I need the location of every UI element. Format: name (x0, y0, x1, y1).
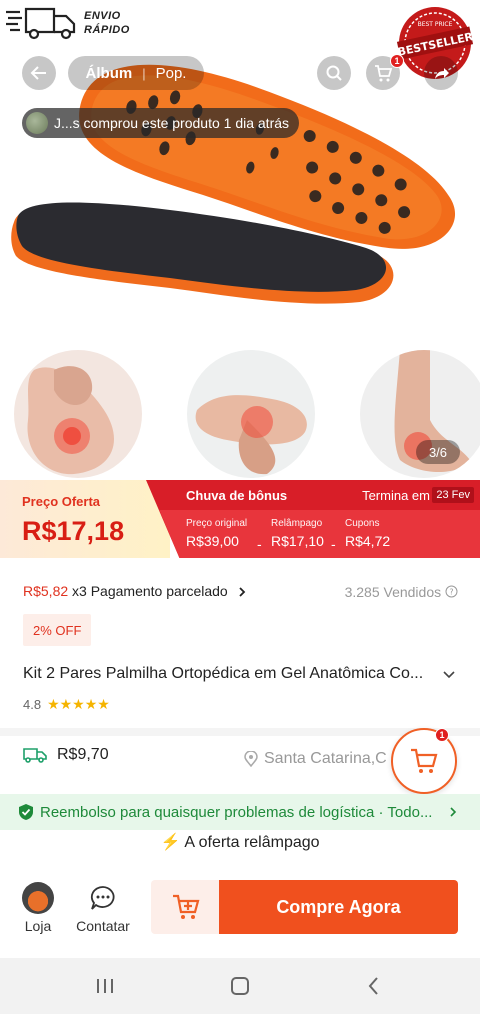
image-thumbnails (0, 348, 480, 480)
shipping-price: R$9,70 (57, 746, 109, 763)
recent-purchase-toast: J...s comprou este produto 1 dia atrás (22, 108, 300, 138)
bonus-title: Chuva de bônus (186, 488, 288, 503)
flash-offer-note: ⚡ A oferta relâmpago (0, 832, 480, 852)
share-button[interactable] (424, 56, 458, 90)
coupons-col: Cupons R$4,72 (345, 518, 390, 549)
svg-text:?: ? (449, 588, 453, 597)
top-navigation-bar: Álbum | Pop. 1 (0, 54, 480, 90)
flash-price-key: Relâmpago (271, 518, 323, 529)
store-avatar (22, 882, 54, 914)
shipping-row[interactable]: R$9,70 (23, 746, 109, 764)
home-icon (231, 977, 249, 995)
cart-icon (411, 748, 438, 773)
delivery-location[interactable]: Santa Catarina,C (244, 750, 394, 768)
chat-bubble-icon (90, 886, 115, 910)
search-icon (326, 65, 342, 81)
coupons-key: Cupons (345, 518, 380, 529)
original-price-value: R$39,00 (186, 533, 239, 549)
refund-text: Reembolso para quaisquer problemas de lo… (40, 803, 433, 821)
buy-now-button[interactable]: Compre Agora (219, 880, 458, 934)
floating-cart-button[interactable]: 1 (391, 728, 457, 794)
product-page: ENVIO RÁPIDO BESTSELLER BEST PRICE Álbum… (0, 0, 480, 1014)
search-button[interactable] (317, 56, 351, 90)
arrow-left-icon (30, 66, 46, 80)
fast-shipping-logo: ENVIO RÁPIDO (6, 4, 136, 40)
coupons-value: R$4,72 (345, 533, 391, 549)
shipping-label-line1: ENVIO (84, 10, 121, 22)
location-text: Santa Catarina,C (264, 750, 387, 767)
recent-purchase-text: J...s comprou este produto 1 dia atrás (54, 115, 290, 131)
original-price-col: Preço original R$39,00 (186, 518, 247, 549)
installments-link[interactable]: R$5,82 x3 Pagamento parcelado (23, 583, 248, 599)
thumbnail-foot-pain-2[interactable] (187, 350, 315, 478)
chevron-right-icon (450, 807, 457, 817)
installment-amount: R$5,82 (23, 583, 69, 599)
store-button[interactable]: Loja (20, 882, 56, 934)
recent-apps-icon (97, 979, 113, 993)
store-label: Loja (24, 918, 52, 934)
flash-offer-text: A oferta relâmpago (184, 834, 320, 851)
chevron-right-icon (238, 587, 245, 597)
product-title[interactable]: Kit 2 Pares Palmilha Ortopédica em Gel A… (23, 665, 443, 683)
foot-pain-image (14, 350, 142, 478)
offer-ends-date: 23 Fev (432, 487, 474, 503)
cart-count-badge: 1 (390, 54, 404, 68)
discount-tag: 2% OFF (23, 614, 92, 646)
bonus-panel: Chuva de bônus Termina em 23 Fev Preço o… (146, 480, 480, 558)
flash-price-value: R$17,10 (271, 533, 324, 549)
contact-button[interactable]: Contatar (74, 882, 132, 934)
minus-sign: - (257, 536, 262, 552)
sold-count-text: 3.285 Vendidos (344, 584, 442, 600)
sold-count: 3.285 Vendidos ? (345, 584, 458, 600)
back-button[interactable] (22, 56, 56, 90)
product-rating: 4.8 ★★★★★ (23, 696, 110, 713)
bottom-action-bar: Loja Contatar Compre Agora (0, 868, 480, 958)
lightning-icon: ⚡ (160, 834, 181, 851)
tab-album[interactable]: Álbum (86, 65, 133, 82)
share-icon (435, 68, 449, 79)
tab-separator: | (142, 65, 146, 81)
offer-label: Preço Oferta (22, 494, 101, 509)
product-image-gallery[interactable]: ENVIO RÁPIDO BESTSELLER BEST PRICE Álbum… (0, 0, 480, 480)
flash-price-col: Relâmpago R$17,10 (271, 518, 324, 549)
offer-price-panel: Preço Oferta R$17,18 (0, 480, 170, 558)
cart-button[interactable]: 1 (366, 54, 404, 90)
system-back-button[interactable] (354, 972, 394, 1000)
offer-price: R$17,18 (22, 516, 125, 546)
star-rating-icons: ★★★★★ (47, 696, 110, 712)
recent-apps-button[interactable] (85, 972, 125, 1000)
flash-offer-banner: Preço Oferta R$17,18 Chuva de bônus Term… (0, 480, 480, 558)
svg-text:BEST PRICE: BEST PRICE (418, 21, 453, 28)
shipping-label-line2: RÁPIDO (84, 24, 130, 36)
contact-label: Contatar (76, 918, 130, 934)
add-to-cart-button[interactable] (151, 880, 221, 934)
media-tab-switcher: Álbum | Pop. (68, 56, 204, 90)
cart-icon (375, 65, 393, 82)
location-pin-icon (244, 751, 258, 767)
delivery-truck-icon (23, 748, 47, 763)
rating-value: 4.8 (23, 697, 42, 712)
buyer-avatar (26, 112, 48, 134)
android-navigation-bar (0, 958, 480, 1014)
foot-pain-image (187, 350, 315, 478)
shield-check-icon (19, 804, 33, 820)
home-button[interactable] (220, 972, 260, 1000)
offer-ends-label: Termina em (362, 488, 430, 503)
refund-guarantee-banner[interactable]: Reembolso para quaisquer problemas de lo… (0, 794, 480, 830)
minus-sign: - (331, 536, 336, 552)
tab-pop[interactable]: Pop. (156, 65, 187, 82)
image-counter: 3/6 (416, 440, 460, 464)
chevron-down-icon[interactable] (442, 668, 456, 682)
add-to-cart-icon (173, 894, 200, 919)
installment-text: x3 Pagamento parcelado (68, 583, 228, 599)
floating-cart-badge: 1 (435, 728, 449, 742)
help-icon[interactable]: ? (445, 585, 458, 598)
original-price-key: Preço original (186, 518, 248, 529)
thumbnail-foot-pain-1[interactable] (14, 350, 142, 478)
back-chevron-icon (368, 977, 378, 995)
